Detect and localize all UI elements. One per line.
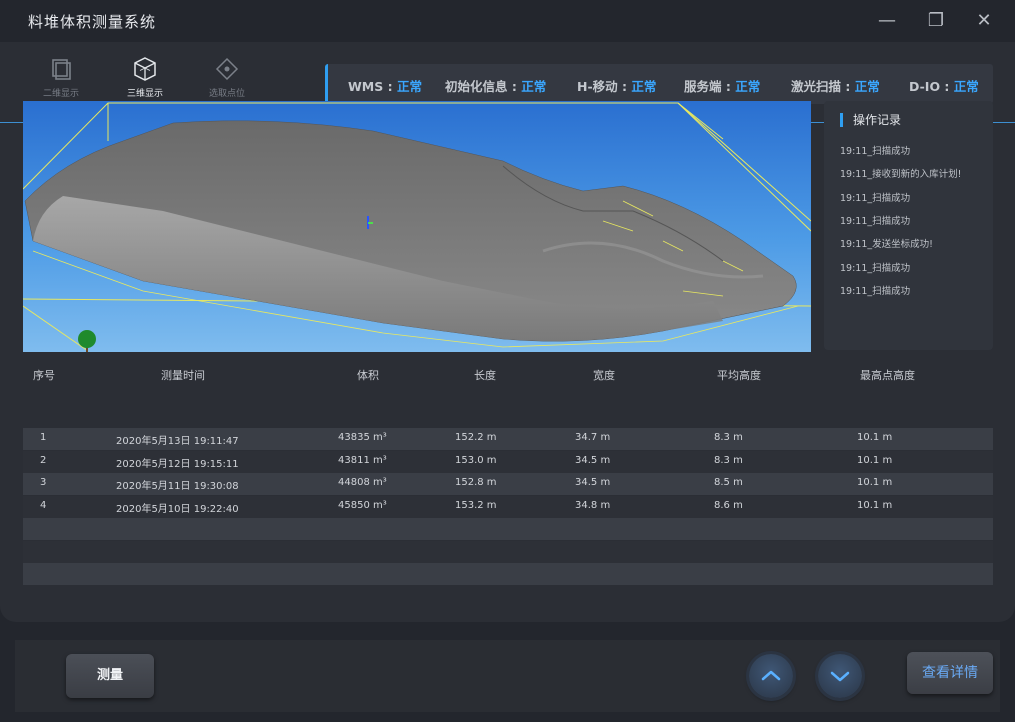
chevron-up-icon bbox=[761, 670, 781, 681]
log-title: 操作记录 bbox=[840, 113, 901, 127]
table-row-empty bbox=[23, 563, 993, 585]
cell-time: 2020年5月12日 19:15:11 bbox=[116, 459, 239, 470]
status-laser-scan: 激光扫描 : 正常 bbox=[791, 79, 880, 94]
table-row[interactable]: 2 2020年5月12日 19:15:11 43811 m³ 153.0 m 3… bbox=[23, 451, 993, 473]
status-h-move: H-移动 : 正常 bbox=[577, 79, 657, 94]
table-row[interactable]: 4 2020年5月10日 19:22:40 45850 m³ 153.2 m 3… bbox=[23, 496, 993, 518]
chevron-down-icon bbox=[830, 671, 850, 682]
tab-2d-view-label: 二维显示 bbox=[42, 89, 79, 99]
page-up-button[interactable] bbox=[749, 654, 793, 698]
cell-index: 4 bbox=[40, 500, 47, 511]
tab-select-point-label: 选取点位 bbox=[208, 89, 245, 99]
status-dio: D-IO : 正常 bbox=[909, 79, 979, 94]
restore-icon[interactable]: ❐ bbox=[923, 8, 949, 34]
page-down-button[interactable] bbox=[818, 654, 862, 698]
log-item: 19:11_扫描成功 bbox=[840, 286, 911, 297]
col-time: 测量时间 bbox=[161, 369, 205, 382]
table-row[interactable]: 3 2020年5月11日 19:30:08 44808 m³ 152.8 m 3… bbox=[23, 473, 993, 495]
3d-viewport[interactable] bbox=[23, 101, 811, 352]
log-item: 19:11_扫描成功 bbox=[840, 193, 911, 204]
measure-button[interactable]: 测量 bbox=[66, 654, 154, 698]
cell-length: 153.0 m bbox=[455, 455, 497, 466]
cell-time: 2020年5月10日 19:22:40 bbox=[116, 504, 239, 515]
table-row-empty bbox=[23, 541, 993, 563]
cell-width: 34.5 m bbox=[575, 455, 611, 466]
tab-3d-view-label: 三维显示 bbox=[126, 89, 163, 99]
col-length: 长度 bbox=[474, 369, 496, 382]
log-item: 19:11_发送坐标成功! bbox=[840, 239, 933, 250]
cell-width: 34.8 m bbox=[575, 500, 611, 511]
cell-avg-height: 8.3 m bbox=[714, 432, 743, 443]
cell-max-height: 10.1 m bbox=[857, 477, 893, 488]
cell-index: 3 bbox=[40, 477, 47, 488]
cell-max-height: 10.1 m bbox=[857, 455, 893, 466]
cell-volume: 45850 m³ bbox=[338, 500, 387, 511]
cell-avg-height: 8.3 m bbox=[714, 455, 743, 466]
operation-log-panel: 操作记录 19:11_扫描成功 19:11_接收到新的入库计划! 19:11_扫… bbox=[824, 101, 993, 350]
status-bar: WMS : 正常 初始化信息 : 正常 H-移动 : 正常 服务端 : 正常 激… bbox=[325, 64, 993, 104]
cell-time: 2020年5月11日 19:30:08 bbox=[116, 481, 239, 492]
col-width: 宽度 bbox=[593, 369, 615, 382]
cell-avg-height: 8.5 m bbox=[714, 477, 743, 488]
log-item: 19:11_扫描成功 bbox=[840, 216, 911, 227]
cell-volume: 43811 m³ bbox=[338, 455, 387, 466]
table-row[interactable]: 1 2020年5月13日 19:11:47 43835 m³ 152.2 m 3… bbox=[23, 428, 993, 450]
log-item: 19:11_接收到新的入库计划! bbox=[840, 169, 962, 180]
status-server: 服务端 : 正常 bbox=[684, 79, 761, 94]
cell-time: 2020年5月13日 19:11:47 bbox=[116, 436, 239, 447]
cell-volume: 43835 m³ bbox=[338, 432, 387, 443]
stockpile-3d-render bbox=[23, 102, 811, 352]
title-bar: 料堆体积测量系统 — ❐ ✕ bbox=[0, 0, 1015, 42]
cell-length: 153.2 m bbox=[455, 500, 497, 511]
minimize-icon[interactable]: — bbox=[874, 8, 900, 34]
tree-icon bbox=[78, 330, 96, 352]
cell-max-height: 10.1 m bbox=[857, 500, 893, 511]
cell-avg-height: 8.6 m bbox=[714, 500, 743, 511]
cell-width: 34.5 m bbox=[575, 477, 611, 488]
2d-view-icon bbox=[52, 59, 71, 80]
cell-length: 152.2 m bbox=[455, 432, 497, 443]
col-index: 序号 bbox=[33, 369, 55, 382]
select-point-icon bbox=[215, 57, 239, 81]
cell-length: 152.8 m bbox=[455, 477, 497, 488]
cell-volume: 44808 m³ bbox=[338, 477, 387, 488]
log-item: 19:11_扫描成功 bbox=[840, 146, 911, 157]
cell-width: 34.7 m bbox=[575, 432, 611, 443]
col-volume: 体积 bbox=[357, 369, 379, 382]
log-item: 19:11_扫描成功 bbox=[840, 263, 911, 274]
close-icon[interactable]: ✕ bbox=[971, 8, 997, 34]
view-details-button[interactable]: 查看详情 bbox=[907, 652, 993, 694]
status-wms: WMS : 正常 bbox=[348, 79, 422, 94]
status-init-info: 初始化信息 : 正常 bbox=[445, 79, 547, 94]
col-max-height: 最高点高度 bbox=[860, 369, 915, 382]
3d-cube-icon bbox=[134, 57, 156, 81]
cell-index: 2 bbox=[40, 455, 47, 466]
col-avg-height: 平均高度 bbox=[717, 369, 761, 382]
table-row-empty bbox=[23, 518, 993, 540]
cell-index: 1 bbox=[40, 432, 47, 443]
app-title: 料堆体积测量系统 bbox=[28, 13, 157, 31]
table-header: 序号 测量时间 体积 长度 宽度 平均高度 最高点高度 bbox=[23, 364, 970, 386]
cell-max-height: 10.1 m bbox=[857, 432, 893, 443]
